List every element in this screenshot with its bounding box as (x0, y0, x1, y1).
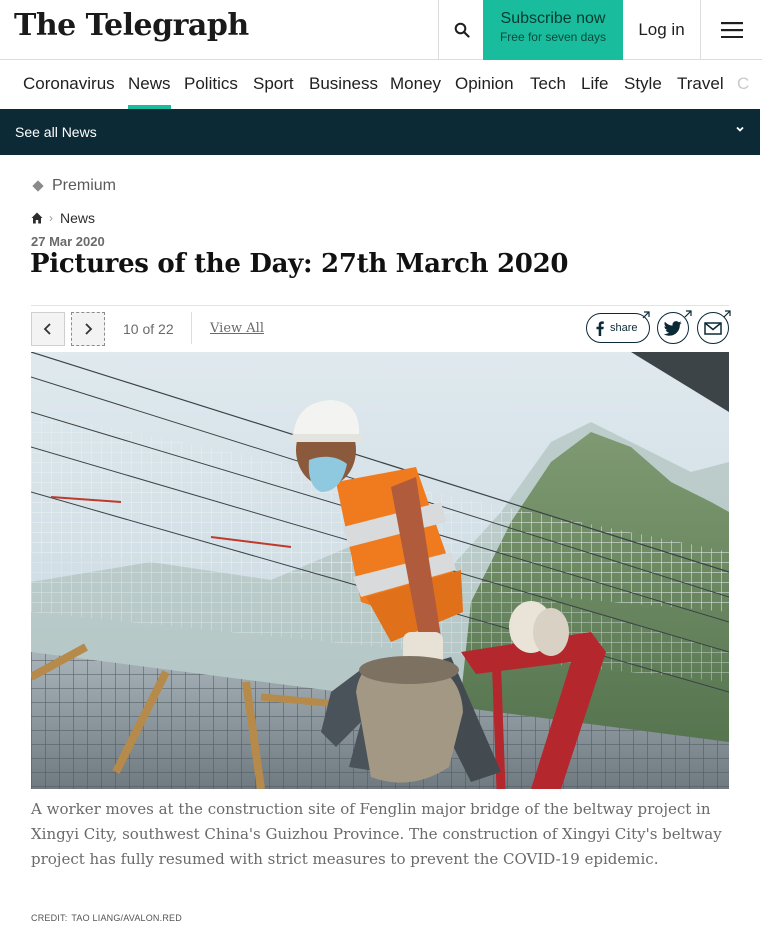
gallery-counter: 10 of 22 (123, 321, 174, 337)
subscribe-button[interactable]: Subscribe now Free for seven days (483, 0, 623, 60)
see-all-label: See all News (15, 124, 97, 140)
next-button[interactable] (71, 312, 105, 346)
nav-item-news[interactable]: News (128, 74, 171, 109)
chevron-down-icon (736, 126, 744, 132)
premium-label: Premium (52, 177, 117, 194)
breadcrumb-news[interactable]: News (60, 210, 95, 226)
page-title: Pictures of the Day: 27th March 2020 (30, 249, 569, 279)
external-link-icon (684, 310, 692, 318)
see-all-news-bar[interactable]: See all News (0, 109, 760, 155)
search-button[interactable] (438, 0, 484, 60)
nav-item-overflow[interactable]: C (737, 74, 749, 94)
previous-button[interactable] (31, 312, 65, 346)
nav-item-business[interactable]: Business (309, 74, 378, 94)
home-icon[interactable] (31, 212, 43, 224)
nav-item-sport[interactable]: Sport (253, 74, 294, 94)
photo-credit: CREDIT: TAO LIANG/AVALON.RED (31, 913, 182, 923)
construction-worker-photo (31, 352, 729, 789)
share-label: share (610, 322, 638, 334)
divider (31, 305, 729, 306)
nav-item-opinion[interactable]: Opinion (455, 74, 514, 94)
nav-item-life[interactable]: Life (581, 74, 608, 94)
twitter-icon (664, 320, 682, 336)
nav-item-tech[interactable]: Tech (530, 74, 566, 94)
telegraph-logo[interactable]: The Telegraph (14, 8, 249, 43)
email-icon (704, 321, 722, 335)
diamond-icon (32, 180, 44, 192)
credit-label: CREDIT: (31, 913, 68, 923)
chevron-right-icon (85, 323, 93, 335)
photo-caption: A worker moves at the construction site … (31, 800, 722, 868)
nav-item-coronavirus[interactable]: Coronavirus (23, 74, 115, 94)
hamburger-menu-icon (720, 22, 743, 38)
breadcrumb: › News (31, 210, 95, 226)
site-header: The Telegraph Subscribe now Free for sev… (0, 0, 762, 60)
login-link[interactable]: Log in (623, 0, 700, 60)
facebook-icon (596, 320, 604, 336)
nav-item-money[interactable]: Money (390, 74, 441, 94)
view-all-link[interactable]: View All (210, 321, 264, 336)
search-icon (454, 22, 470, 38)
external-link-icon (642, 311, 650, 319)
gallery-photo[interactable] (31, 352, 729, 789)
section-nav: Coronavirus News Politics Sport Business… (0, 60, 762, 109)
nav-item-travel[interactable]: Travel (677, 74, 724, 94)
subscribe-subtitle: Free for seven days (499, 30, 607, 44)
nav-item-politics[interactable]: Politics (184, 74, 238, 94)
breadcrumb-separator: › (49, 211, 53, 225)
menu-button[interactable] (700, 0, 762, 60)
divider (191, 312, 192, 344)
external-link-icon (723, 310, 731, 318)
subscribe-title: Subscribe now (500, 10, 606, 27)
nav-item-style[interactable]: Style (624, 74, 662, 94)
credit-value: TAO LIANG/AVALON.RED (71, 913, 182, 923)
publish-date: 27 Mar 2020 (31, 234, 105, 249)
chevron-left-icon (43, 323, 51, 335)
premium-badge: Premium (32, 177, 116, 195)
